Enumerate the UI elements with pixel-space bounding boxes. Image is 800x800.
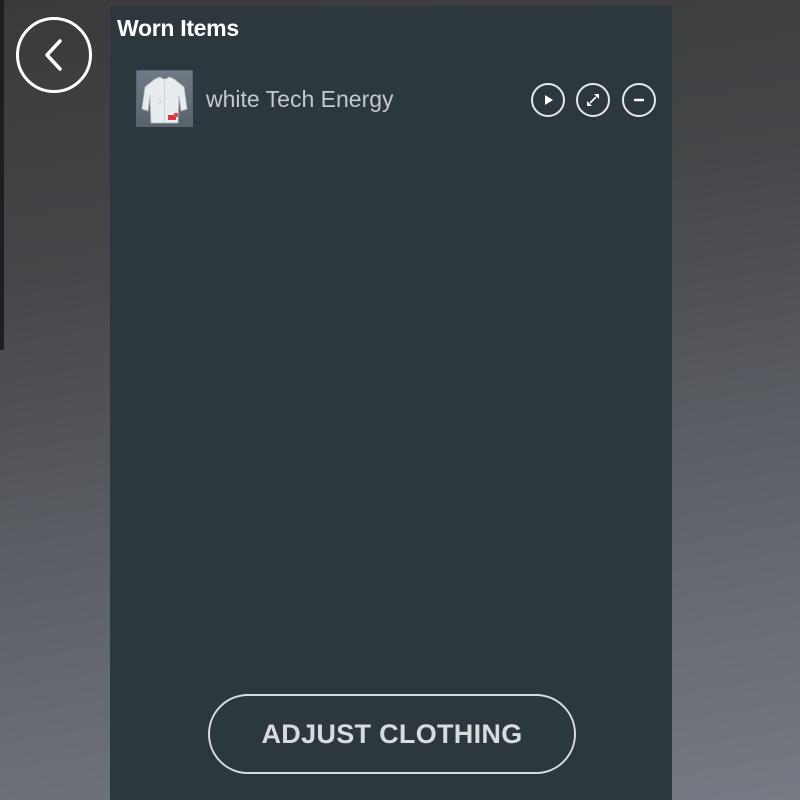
worn-items-panel: Worn Items white Tech Energy ADJUST CLOT… [110,6,672,800]
item-name: white Tech Energy [206,86,394,112]
left-edge-bar [0,0,4,350]
list-item[interactable]: white Tech Energy [136,70,656,128]
remove-item-button[interactable] [622,83,656,117]
adjust-item-button[interactable] [576,83,610,117]
item-thumbnail [136,70,193,127]
play-icon [545,95,553,105]
resize-arrows-icon [587,94,599,106]
minus-icon [633,98,645,102]
play-button[interactable] [531,83,565,117]
shirt-icon [141,76,188,124]
adjust-clothing-button[interactable]: ADJUST CLOTHING [208,694,576,774]
panel-title: Worn Items [117,15,239,41]
back-button[interactable] [16,17,92,93]
chevron-left-icon [45,39,62,71]
